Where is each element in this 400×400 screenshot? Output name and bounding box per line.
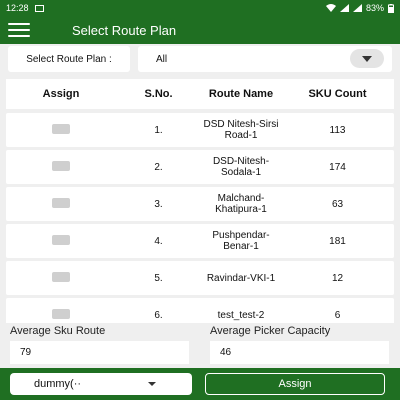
assign-checkbox[interactable] xyxy=(52,234,70,245)
avg-picker-capacity-label: Average Picker Capacity xyxy=(210,325,331,337)
row-sno: 3. xyxy=(154,198,163,210)
row-route-name: DSD-Nitesh-Sodala-1 xyxy=(212,156,270,178)
header-route-name: Route Name xyxy=(208,87,274,100)
row-sku-count: 12 xyxy=(331,272,344,284)
row-route-name: Ravindar-VKI-1 xyxy=(206,272,276,284)
app-bar: Select Route Plan xyxy=(0,16,400,44)
page-title: Select Route Plan xyxy=(72,22,177,38)
header-sku-count: SKU Count xyxy=(308,88,367,100)
route-plan-select-value: All xyxy=(156,53,168,65)
notification-icon xyxy=(34,4,44,12)
row-sno: 1. xyxy=(154,124,163,136)
assign-checkbox[interactable] xyxy=(52,308,70,319)
status-bar: 12:28 83% xyxy=(0,0,400,16)
assign-checkbox[interactable] xyxy=(52,123,70,134)
table-row[interactable]: 4. Pushpendar-Benar-1 181 xyxy=(6,224,394,258)
user-select[interactable]: dummy(·· xyxy=(10,373,192,395)
row-sku-count: 6 xyxy=(334,309,341,321)
table-header: Assign S.No. Route Name SKU Count xyxy=(6,79,394,109)
assign-checkbox[interactable] xyxy=(52,197,70,208)
row-sno: 6. xyxy=(154,309,163,321)
status-time: 12:28 xyxy=(6,3,29,13)
route-plan-filter-label: Select Route Plan : xyxy=(8,46,130,72)
assign-checkbox[interactable] xyxy=(52,271,70,282)
table-row[interactable]: 6. test_test-2 6 xyxy=(6,298,394,323)
avg-sku-route-field[interactable] xyxy=(10,341,189,364)
status-indicators: 83% xyxy=(325,3,394,13)
row-route-name: Pushpendar-Benar-1 xyxy=(212,230,270,252)
avg-sku-route-label: Average Sku Route xyxy=(10,325,106,337)
avg-picker-capacity-field[interactable] xyxy=(210,341,389,364)
table-row[interactable]: 3. Malchand-Khatipura-1 63 xyxy=(6,187,394,221)
row-sno: 4. xyxy=(154,235,163,247)
chevron-down-icon xyxy=(362,55,372,62)
table-row[interactable]: 1. DSD Nitesh-Sirsi Road-1 113 xyxy=(6,113,394,147)
route-table[interactable]: 1. DSD Nitesh-Sirsi Road-1 113 2. DSD-Ni… xyxy=(6,113,394,323)
row-sku-count: 113 xyxy=(329,124,346,136)
route-plan-dropdown-button[interactable] xyxy=(350,49,384,68)
battery-percent: 83% xyxy=(365,3,384,13)
table-row[interactable]: 2. DSD-Nitesh-Sodala-1 174 xyxy=(6,150,394,184)
table-row[interactable]: 5. Ravindar-VKI-1 12 xyxy=(6,261,394,295)
signal-icon-2 xyxy=(352,4,362,12)
battery-icon xyxy=(388,3,394,13)
row-sku-count: 63 xyxy=(331,198,344,210)
assign-button[interactable]: Assign xyxy=(205,373,385,395)
user-select-value: dummy(·· xyxy=(34,378,82,390)
row-route-name: DSD Nitesh-Sirsi Road-1 xyxy=(203,119,279,141)
row-sno: 2. xyxy=(154,161,163,173)
header-assign: Assign xyxy=(42,88,80,100)
row-route-name: Malchand-Khatipura-1 xyxy=(215,193,267,215)
route-plan-filter: Select Route Plan : All xyxy=(8,46,392,72)
signal-icon xyxy=(339,4,349,12)
header-sno: S.No. xyxy=(144,88,173,100)
row-route-name: test_test-2 xyxy=(217,309,265,321)
row-sku-count: 181 xyxy=(329,235,346,247)
assign-checkbox[interactable] xyxy=(52,160,70,171)
hamburger-menu-icon[interactable] xyxy=(8,23,30,37)
row-sku-count: 174 xyxy=(329,161,346,173)
caret-down-icon xyxy=(148,382,156,386)
row-sno: 5. xyxy=(154,272,163,284)
wifi-icon xyxy=(325,4,336,12)
route-plan-select[interactable]: All xyxy=(138,46,392,72)
